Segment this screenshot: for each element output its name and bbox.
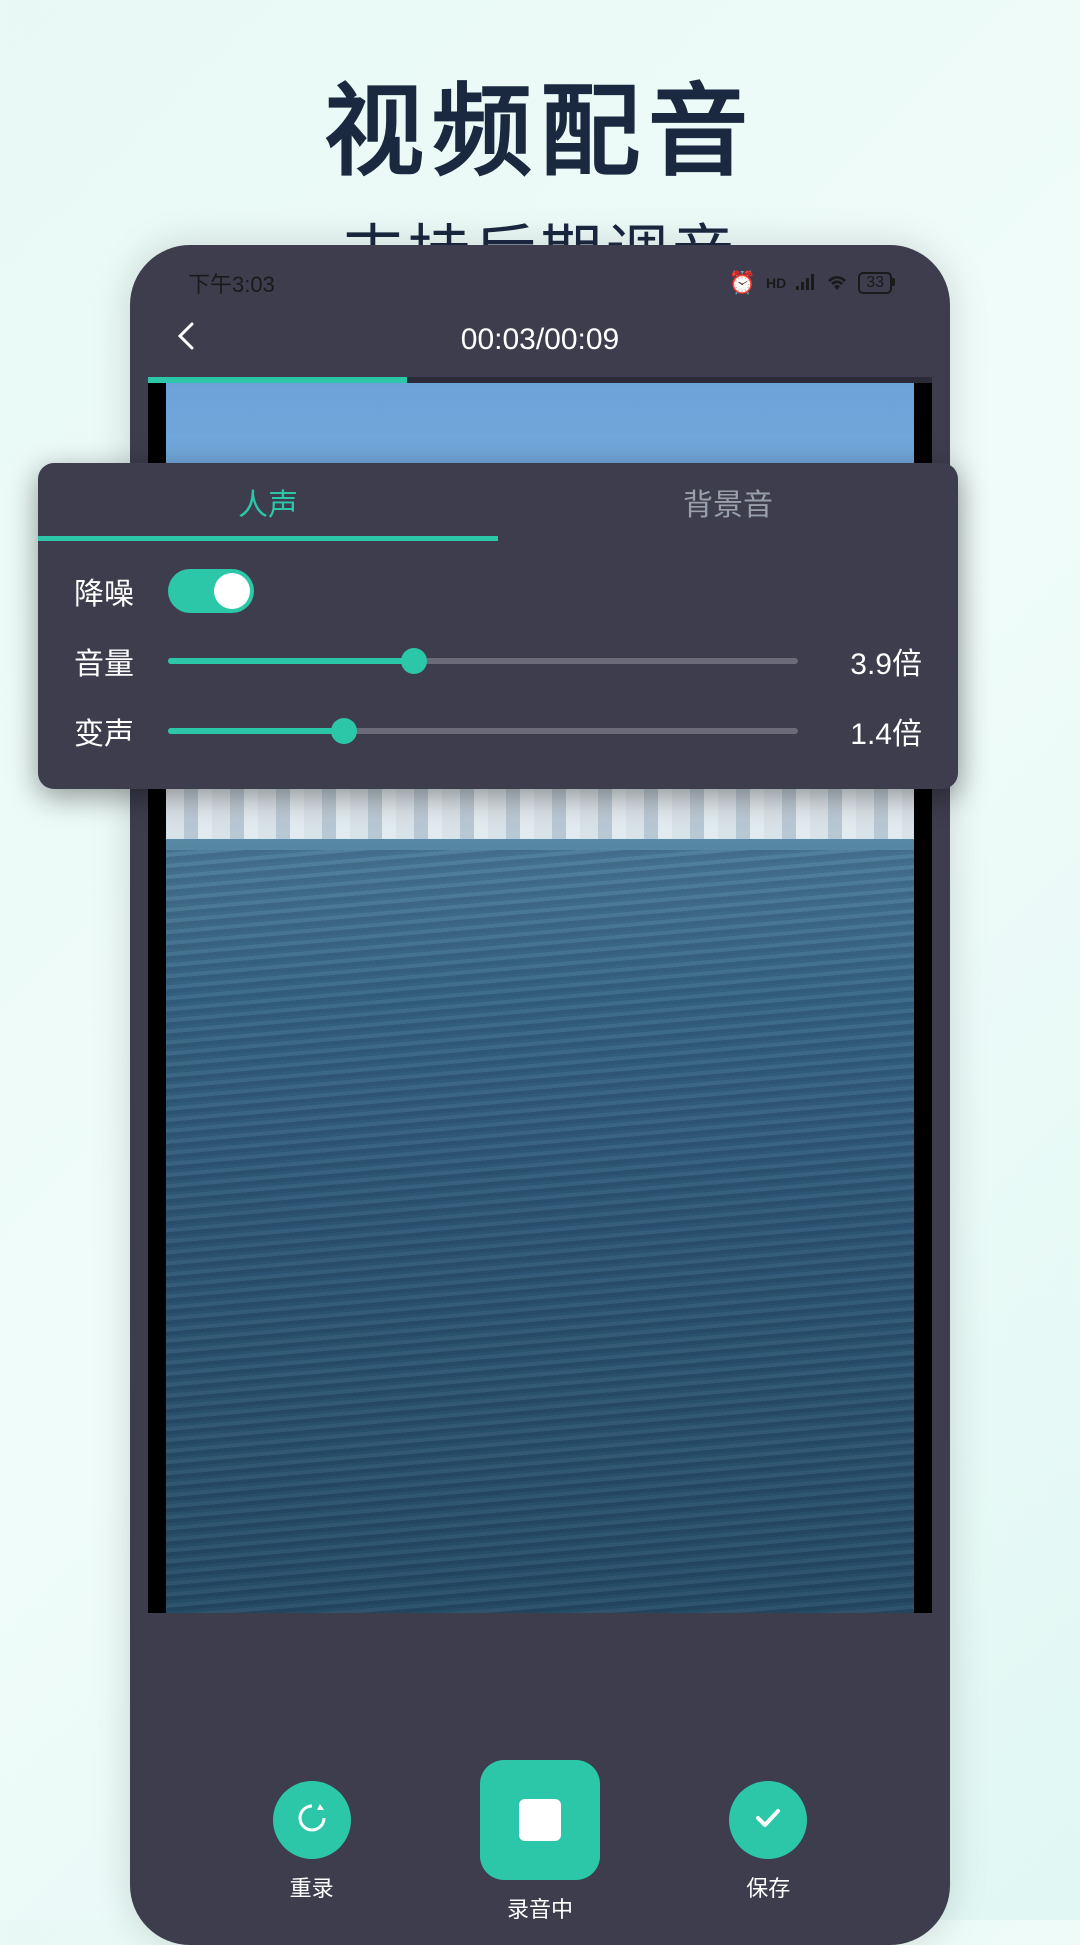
save-button[interactable] bbox=[729, 1781, 807, 1859]
alarm-icon: ⏰ bbox=[729, 270, 756, 296]
volume-value: 3.9倍 bbox=[822, 639, 922, 683]
volume-row: 音量 3.9倍 bbox=[74, 639, 922, 683]
pitch-value: 1.4倍 bbox=[822, 709, 922, 753]
audio-settings-panel: 人声 背景音 降噪 音量 3.9倍 变声 1.4倍 bbox=[38, 463, 958, 789]
app-header: 00:03/00:09 bbox=[148, 303, 932, 377]
save-control[interactable]: 保存 bbox=[729, 1781, 807, 1903]
check-icon bbox=[750, 1800, 786, 1841]
audio-panel-body: 降噪 音量 3.9倍 变声 1.4倍 bbox=[38, 541, 958, 789]
tab-voice-label: 人声 bbox=[238, 480, 298, 524]
volume-slider-thumb[interactable] bbox=[401, 648, 427, 674]
pitch-label: 变声 bbox=[74, 709, 144, 753]
wifi-icon bbox=[826, 270, 848, 296]
volume-slider-fill bbox=[168, 658, 414, 664]
tab-bgm[interactable]: 背景音 bbox=[498, 463, 958, 541]
tab-bgm-label: 背景音 bbox=[683, 480, 773, 524]
pitch-slider[interactable] bbox=[168, 728, 798, 734]
rerecord-label: 重录 bbox=[290, 1871, 334, 1903]
rerecord-control[interactable]: 重录 bbox=[273, 1781, 351, 1903]
stop-recording-button[interactable] bbox=[480, 1760, 600, 1880]
save-label: 保存 bbox=[746, 1871, 790, 1903]
battery-icon: 33 bbox=[858, 272, 892, 294]
volume-label: 音量 bbox=[74, 639, 144, 683]
signal-bars-icon bbox=[796, 270, 816, 296]
status-time: 下午3:03 bbox=[188, 267, 275, 299]
skyline-decoration bbox=[166, 789, 914, 839]
noise-reduction-label: 降噪 bbox=[74, 569, 144, 613]
toggle-knob bbox=[214, 573, 250, 609]
audio-tabs: 人声 背景音 bbox=[38, 463, 958, 541]
bottom-controls: 重录 录音中 保存 bbox=[148, 1757, 932, 1927]
playback-timer: 00:03/00:09 bbox=[461, 323, 619, 357]
pitch-row: 变声 1.4倍 bbox=[74, 709, 922, 753]
recording-label: 录音中 bbox=[507, 1892, 573, 1924]
redo-icon bbox=[294, 1800, 330, 1841]
noise-reduction-toggle[interactable] bbox=[168, 569, 254, 613]
promo-title: 视频配音 bbox=[0, 50, 1080, 195]
back-button[interactable] bbox=[172, 319, 204, 361]
water-decoration bbox=[166, 850, 914, 1613]
pitch-slider-thumb[interactable] bbox=[331, 718, 357, 744]
noise-reduction-row: 降噪 bbox=[74, 569, 922, 613]
tab-voice[interactable]: 人声 bbox=[38, 463, 498, 541]
status-icons: ⏰ HD 33 bbox=[729, 270, 892, 296]
pitch-slider-fill bbox=[168, 728, 344, 734]
rerecord-button[interactable] bbox=[273, 1781, 351, 1859]
status-bar: 下午3:03 ⏰ HD 33 bbox=[148, 263, 932, 303]
stop-icon bbox=[519, 1799, 561, 1841]
signal-icon: HD bbox=[766, 275, 786, 291]
volume-slider[interactable] bbox=[168, 658, 798, 664]
recording-control[interactable]: 录音中 bbox=[480, 1760, 600, 1924]
